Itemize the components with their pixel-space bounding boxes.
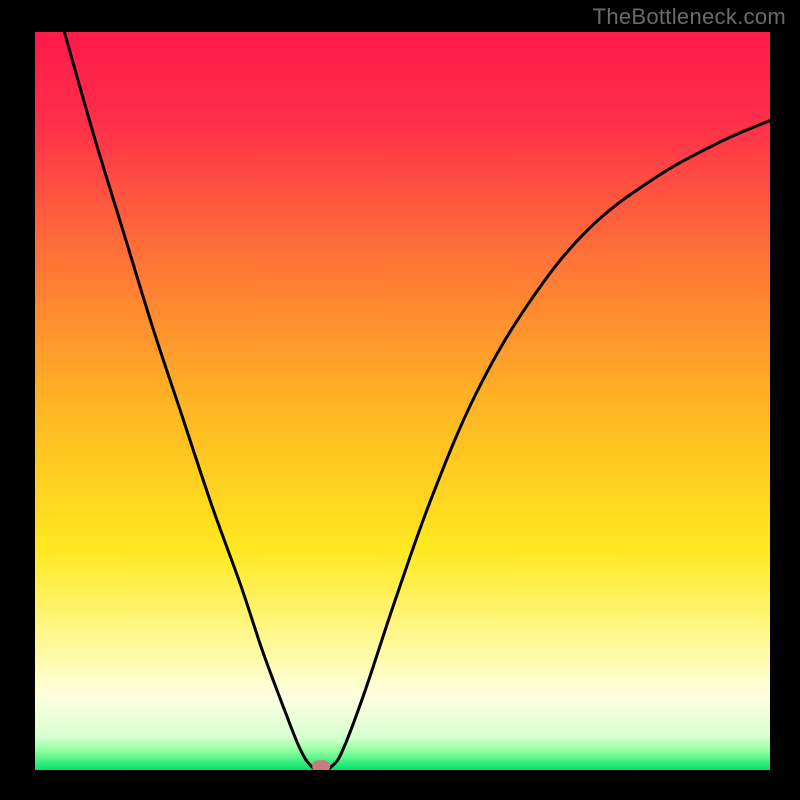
- bottleneck-chart: [0, 0, 800, 800]
- watermark-text: TheBottleneck.com: [593, 4, 786, 30]
- chart-frame: TheBottleneck.com: [0, 0, 800, 800]
- plot-area: [35, 32, 770, 770]
